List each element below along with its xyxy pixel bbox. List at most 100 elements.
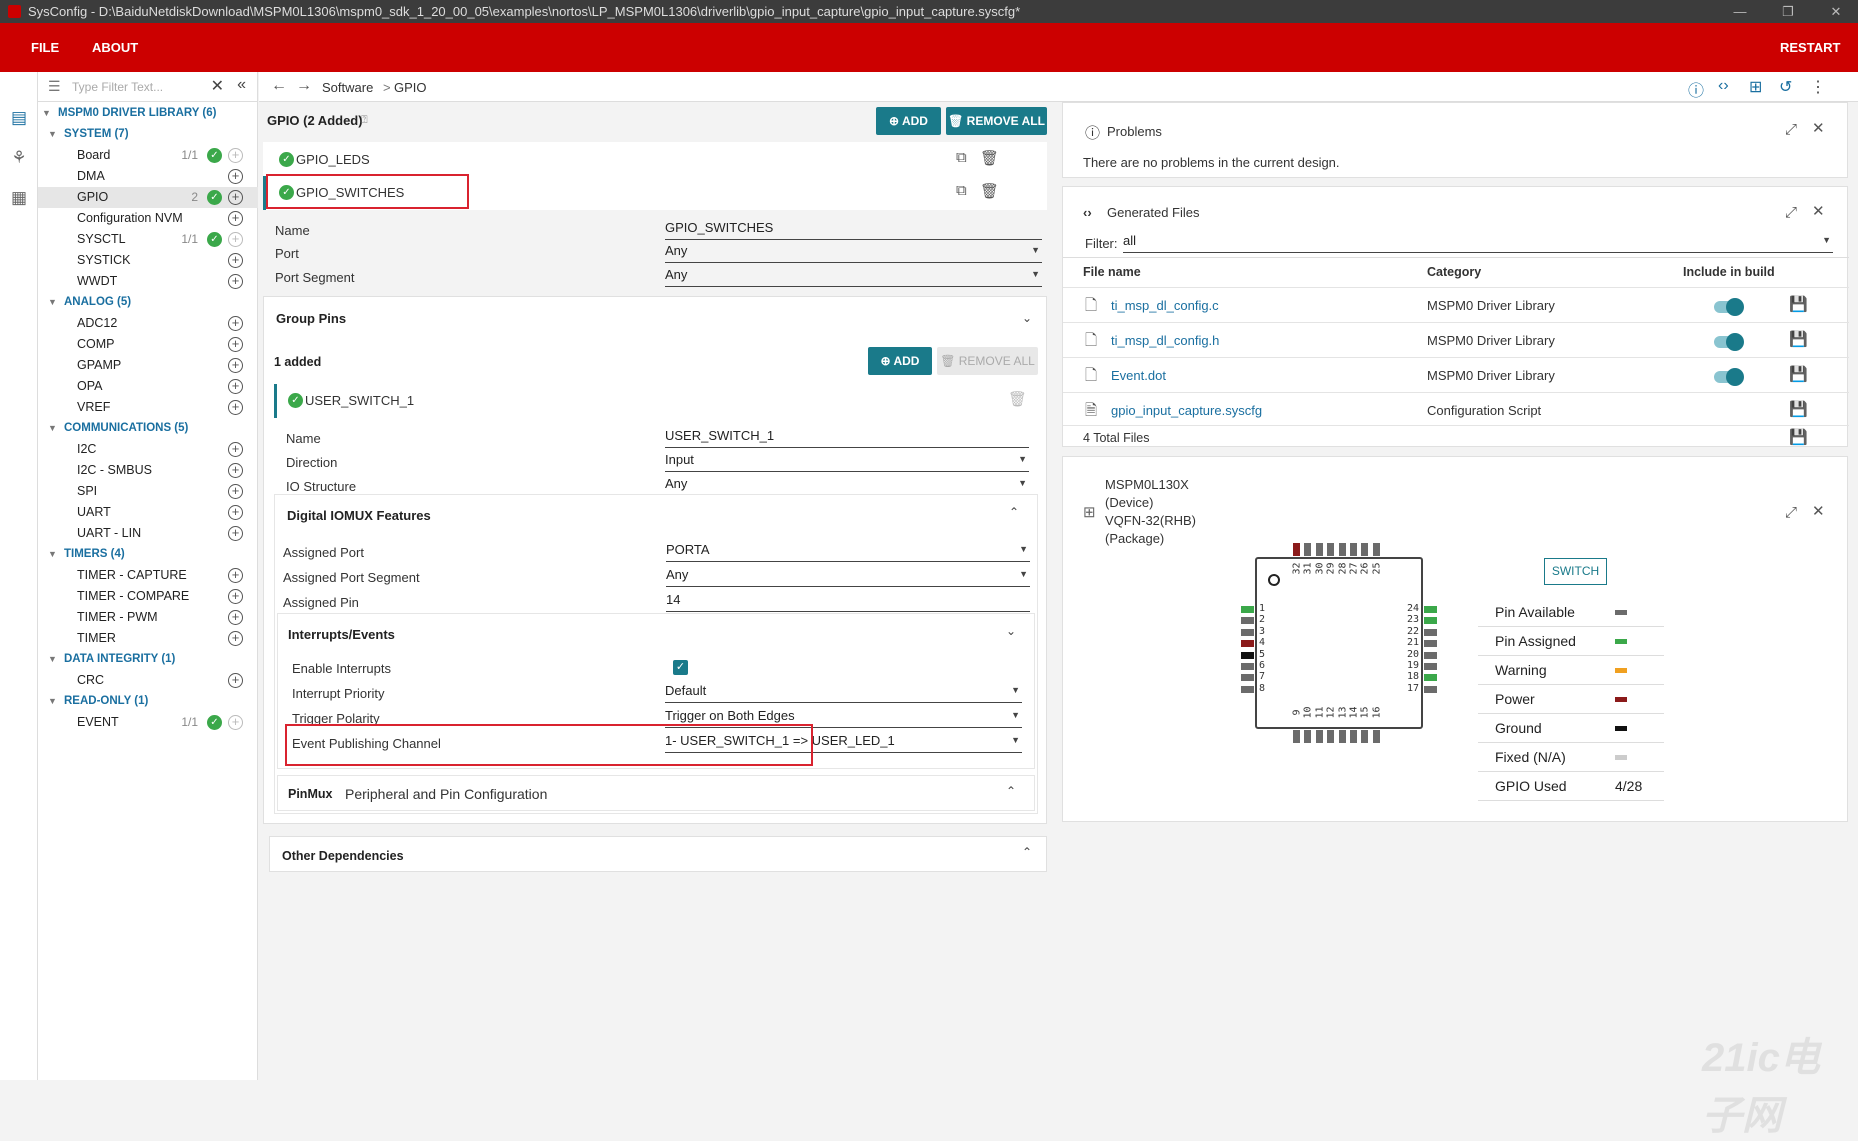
- remove-all-button[interactable]: 🗑 REMOVE ALL: [946, 107, 1047, 135]
- save-icon[interactable]: 💾: [1789, 400, 1808, 418]
- more-options-icon[interactable]: ⋮: [1810, 77, 1826, 97]
- tree-item-systick[interactable]: SYSTICK +: [38, 250, 258, 271]
- menu-about[interactable]: ABOUT: [92, 40, 138, 55]
- chip-view-icon[interactable]: ⊞: [1749, 77, 1762, 97]
- add-circle-icon[interactable]: +: [228, 190, 243, 205]
- copy-icon[interactable]: ⧉: [956, 149, 967, 166]
- pin-instance-row[interactable]: ✓ USER_SWITCH_1 🗑: [274, 384, 1038, 418]
- tree-item-uart[interactable]: UART +: [38, 502, 258, 523]
- direction-select[interactable]: Input ▼: [665, 452, 1029, 472]
- tree-item-board[interactable]: Board 1/1 ✓ +: [38, 145, 258, 166]
- add-circle-icon[interactable]: +: [228, 715, 243, 730]
- chevron-down-icon[interactable]: ⌄: [1022, 311, 1032, 325]
- tree-item-opa[interactable]: OPA +: [38, 376, 258, 397]
- tree-item-timer-pwm[interactable]: TIMER - PWM +: [38, 607, 258, 628]
- add-circle-icon[interactable]: +: [228, 631, 243, 646]
- code-view-icon[interactable]: ‹›: [1718, 77, 1729, 95]
- add-circle-icon[interactable]: +: [228, 148, 243, 163]
- tree-item-adc12[interactable]: ADC12 +: [38, 313, 258, 334]
- include-toggle[interactable]: [1714, 368, 1744, 386]
- software-view-icon[interactable]: ▤: [8, 108, 30, 130]
- tree-item-spi[interactable]: SPI +: [38, 481, 258, 502]
- tree-item-i2c-smbus[interactable]: I2C - SMBUS +: [38, 460, 258, 481]
- add-circle-icon[interactable]: +: [228, 211, 243, 226]
- add-circle-icon[interactable]: +: [228, 400, 243, 415]
- tree-category-analog[interactable]: ▼ ANALOG (5): [38, 292, 258, 313]
- chevron-up-icon[interactable]: ⌃: [1006, 784, 1016, 798]
- tree-item-uart-lin[interactable]: UART - LIN +: [38, 523, 258, 544]
- collapse-panel-icon[interactable]: «: [237, 76, 246, 94]
- tree-item-timer-capture[interactable]: TIMER - CAPTURE +: [38, 565, 258, 586]
- name-field[interactable]: GPIO_SWITCHES: [665, 220, 1042, 240]
- chevron-up-icon[interactable]: ⌃: [1009, 505, 1019, 519]
- assigned-port-select[interactable]: PORTA ▼: [666, 542, 1030, 562]
- save-icon[interactable]: 💾: [1789, 330, 1808, 348]
- tree-item-gpio[interactable]: GPIO 2 ✓ +: [38, 187, 258, 208]
- add-circle-icon[interactable]: +: [228, 358, 243, 373]
- chevron-down-icon[interactable]: ⌄: [1006, 624, 1016, 638]
- tree-category-integrity[interactable]: ▼ DATA INTEGRITY (1): [38, 649, 258, 670]
- tree-item-timer[interactable]: TIMER +: [38, 628, 258, 649]
- forward-arrow-icon[interactable]: →: [296, 77, 312, 95]
- tree-item-comp[interactable]: COMP +: [38, 334, 258, 355]
- help-icon[interactable]: ⍰: [361, 114, 368, 127]
- tree-item-sysctl[interactable]: SYSCTL 1/1 ✓ +: [38, 229, 258, 250]
- back-arrow-icon[interactable]: ←: [271, 77, 287, 95]
- add-circle-icon[interactable]: +: [228, 526, 243, 541]
- restart-button[interactable]: RESTART: [1780, 40, 1840, 55]
- breadcrumb-software[interactable]: Software: [322, 80, 373, 95]
- filter-input[interactable]: Type Filter Text...: [72, 80, 163, 94]
- tree-item-vref[interactable]: VREF +: [38, 397, 258, 418]
- add-circle-icon[interactable]: +: [228, 253, 243, 268]
- file-link[interactable]: gpio_input_capture.syscfg: [1111, 403, 1262, 418]
- add-circle-icon[interactable]: +: [228, 337, 243, 352]
- close-icon[interactable]: ✕: [1812, 119, 1825, 137]
- add-circle-icon[interactable]: +: [228, 463, 243, 478]
- tree-item-nvm[interactable]: Configuration NVM +: [38, 208, 258, 229]
- expand-icon[interactable]: ⤢: [1785, 504, 1797, 521]
- maximize-button[interactable]: ❐: [1770, 0, 1806, 23]
- tree-category-system[interactable]: ▼ SYSTEM (7): [38, 124, 258, 145]
- save-icon[interactable]: 💾: [1789, 295, 1808, 313]
- file-link[interactable]: Event.dot: [1111, 368, 1166, 383]
- tree-item-event[interactable]: EVENT 1/1 ✓ +: [38, 712, 258, 733]
- remove-all-pins-button[interactable]: 🗑 REMOVE ALL: [937, 347, 1038, 375]
- instance-row[interactable]: ✓ GPIO_LEDS ⧉ 🗑: [263, 142, 1047, 176]
- tree-category-readonly[interactable]: ▼ READ-ONLY (1): [38, 691, 258, 712]
- file-link[interactable]: ti_msp_dl_config.c: [1111, 298, 1219, 313]
- save-all-icon[interactable]: 💾: [1789, 428, 1808, 446]
- pin-name-field[interactable]: USER_SWITCH_1: [665, 428, 1029, 448]
- add-circle-icon[interactable]: +: [228, 568, 243, 583]
- io-structure-select[interactable]: Any ▼: [665, 476, 1029, 496]
- delete-icon[interactable]: 🗑: [980, 182, 999, 200]
- close-window-button[interactable]: ✕: [1818, 0, 1854, 23]
- include-toggle[interactable]: [1714, 298, 1744, 316]
- tree-category-communications[interactable]: ▼ COMMUNICATIONS (5): [38, 418, 258, 439]
- assigned-pin-field[interactable]: 14: [666, 592, 1030, 612]
- enable-interrupts-checkbox[interactable]: ✓: [673, 660, 688, 675]
- add-circle-icon[interactable]: +: [228, 442, 243, 457]
- breadcrumb-gpio[interactable]: GPIO: [394, 80, 427, 95]
- tree-item-gpamp[interactable]: GPAMP +: [38, 355, 258, 376]
- switch-label-button[interactable]: SWITCH: [1544, 558, 1607, 585]
- port-segment-select[interactable]: Any ▼: [665, 267, 1042, 287]
- save-icon[interactable]: 💾: [1789, 365, 1808, 383]
- port-select[interactable]: Any ▼: [665, 243, 1042, 263]
- history-icon[interactable]: ↺: [1779, 77, 1792, 97]
- add-circle-icon[interactable]: +: [228, 274, 243, 289]
- copy-icon[interactable]: ⧉: [956, 182, 967, 199]
- add-circle-icon[interactable]: +: [228, 673, 243, 688]
- tree-category-timers[interactable]: ▼ TIMERS (4): [38, 544, 258, 565]
- interrupt-priority-select[interactable]: Default ▼: [665, 683, 1022, 703]
- add-circle-icon[interactable]: +: [228, 169, 243, 184]
- tree-item-wwdt[interactable]: WWDT +: [38, 271, 258, 292]
- add-circle-icon[interactable]: +: [228, 610, 243, 625]
- close-icon[interactable]: ✕: [1812, 202, 1825, 220]
- add-circle-icon[interactable]: +: [228, 505, 243, 520]
- add-pin-button[interactable]: ⊕ ADD: [868, 347, 932, 375]
- add-circle-icon[interactable]: +: [228, 379, 243, 394]
- add-circle-icon[interactable]: +: [228, 589, 243, 604]
- clear-filter-icon[interactable]: ✕: [211, 76, 224, 96]
- minimize-button[interactable]: —: [1722, 0, 1758, 23]
- files-filter-select[interactable]: all ▼: [1123, 233, 1833, 253]
